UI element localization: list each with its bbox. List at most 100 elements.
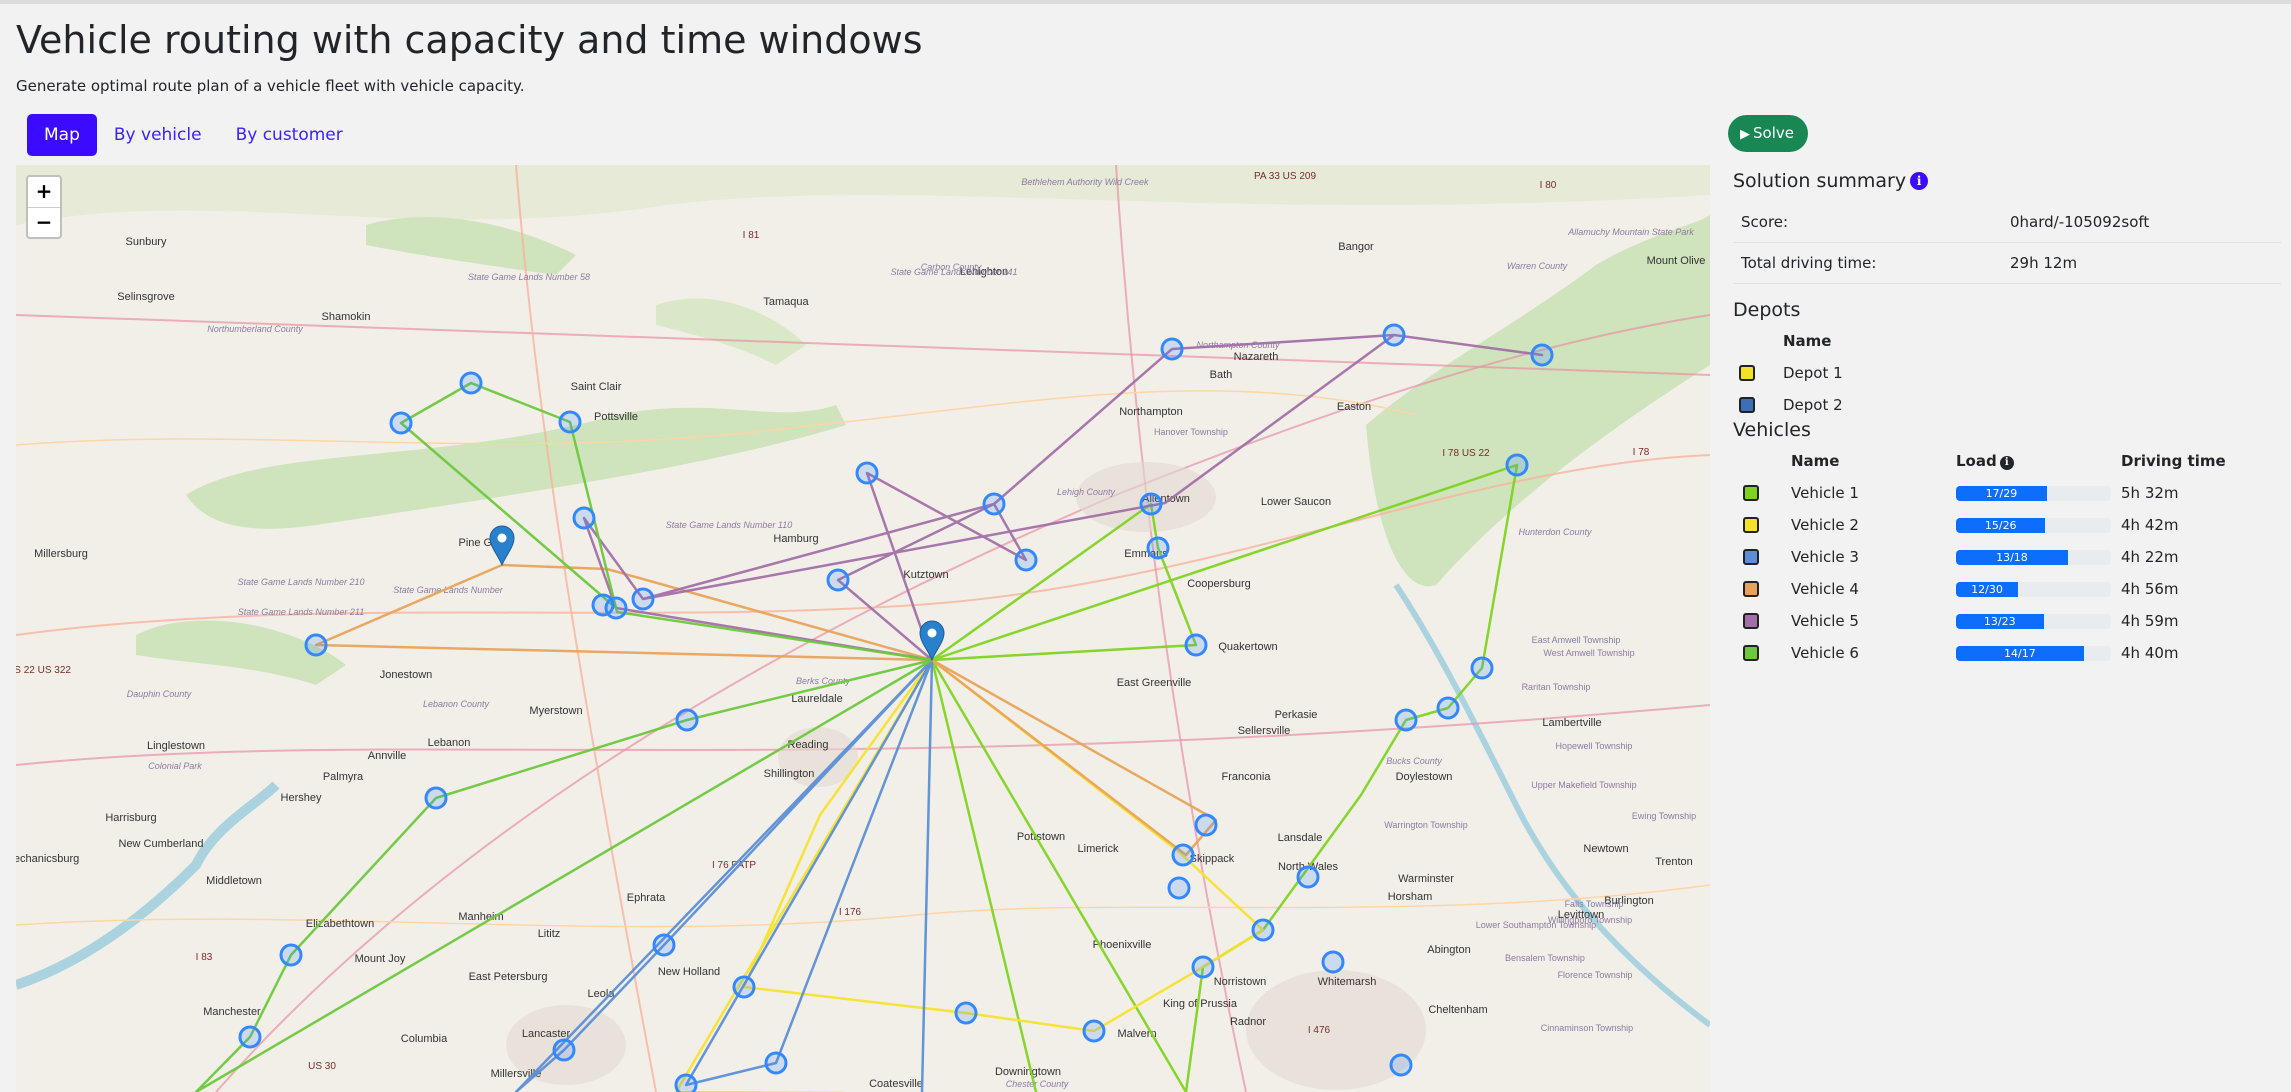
pin-dot [497, 533, 507, 543]
map-place-label: Shamokin [322, 311, 371, 323]
vehicle-row: Vehicle 4 12/30 4h 56m [1733, 573, 2281, 605]
customer-stop-marker [954, 1001, 978, 1025]
map-place-label: Shillington [764, 768, 815, 780]
load-progress-bar: 15/26 [1956, 518, 2111, 533]
load-progress-fill: 15/26 [1956, 518, 2046, 533]
customer-stop-marker [1470, 656, 1494, 680]
map-place-label: Millersburg [34, 548, 88, 560]
map-place-label: Nazareth [1234, 351, 1279, 363]
load-progress-fill: 13/23 [1956, 614, 2044, 629]
depot-name: Depot 1 [1783, 364, 1843, 382]
tab-by-vehicle[interactable]: By vehicle [97, 114, 219, 156]
map-place-label: East Amwell Township [1532, 635, 1621, 645]
vehicles-list: Vehicle 1 17/29 5h 32m Vehicle 2 15/26 4h 42m… [1733, 477, 2281, 669]
customer-stop-marker [572, 506, 596, 530]
vehicle-driving-time: 4h 56m [2121, 580, 2179, 598]
map-place-label: Radnor [1230, 1016, 1266, 1028]
solve-button[interactable]: ▶ Solve [1728, 115, 1808, 152]
map-place-label: Lebanon County [423, 699, 490, 709]
map-place-label: Skippack [1190, 853, 1235, 865]
info-icon[interactable]: i [1910, 172, 1929, 190]
vehicle-name: Vehicle 2 [1791, 516, 1859, 534]
load-progress-fill: 13/18 [1956, 550, 2068, 565]
map-place-label: Bath [1210, 369, 1233, 381]
customer-stop-marker [1389, 1053, 1413, 1077]
vehicle-row: Vehicle 3 13/18 4h 22m [1733, 541, 2281, 573]
map-place-label: Limerick [1078, 843, 1119, 855]
map-place-label: Hamburg [773, 533, 818, 545]
vehicles-table-header: Name Load i Driving time [1733, 445, 2281, 477]
load-progress-bar: 12/30 [1956, 582, 2111, 597]
map-place-label: Pottstown [1017, 831, 1065, 843]
pin-dot [927, 628, 937, 638]
depots-heading: Depots [1733, 299, 1801, 321]
depots-table-header: Name [1733, 325, 2281, 357]
map-place-label: State Game Lands Number [393, 585, 504, 595]
customer-stop-marker [1191, 955, 1215, 979]
depots-list: Depot 1 Depot 2 [1733, 357, 2281, 421]
vehicle-driving-time: 4h 22m [2121, 548, 2179, 566]
customer-stop-marker [855, 461, 879, 485]
customer-stop-marker [1139, 492, 1163, 516]
customer-stop-marker [459, 371, 483, 395]
customer-stop-marker [826, 568, 850, 592]
map-place-label: Warrington Township [1384, 820, 1468, 830]
customer-stop-marker [1251, 918, 1275, 942]
map-canvas: Sunbury Selinsgrove Shamokin Saint Clair Pot… [16, 165, 1710, 1092]
vehicle-row: Vehicle 2 15/26 4h 42m [1733, 509, 2281, 541]
map-place-label: Saint Clair [571, 381, 622, 393]
customer-stop-marker [1171, 843, 1195, 867]
score-label: Score: [1741, 213, 1789, 231]
vehicle-marker-icon [1743, 613, 1759, 629]
load-info-icon[interactable]: i [1999, 456, 2014, 470]
vehicle-marker-icon [1743, 645, 1759, 661]
vehicles-heading: Vehicles [1733, 419, 1811, 441]
vehicles-col-time: Driving time [2121, 452, 2226, 470]
customer-stop-marker [1160, 337, 1184, 361]
driving-time-label: Total driving time: [1741, 254, 1877, 272]
route-map[interactable]: + − Sunbury Selinsgrove Shamokin Saint C… [16, 165, 1710, 1092]
road-shield-label: I 83 [196, 952, 213, 963]
map-place-label: Manheim [458, 911, 503, 923]
zoom-in-button[interactable]: + [28, 177, 60, 207]
vehicle-row: Vehicle 1 17/29 5h 32m [1733, 477, 2281, 509]
map-place-label: Hunterdon County [1518, 527, 1592, 537]
depots-col-name: Name [1783, 332, 1832, 350]
map-place-label: Abington [1427, 944, 1470, 956]
map-place-label: Bensalem Township [1505, 953, 1585, 963]
customer-stop-marker [1167, 876, 1191, 900]
map-place-label: Allamuchy Mountain State Park [1567, 227, 1694, 237]
map-place-label: East Greenville [1117, 677, 1192, 689]
map-place-label: Doylestown [1396, 771, 1453, 783]
tab-map[interactable]: Map [27, 114, 97, 156]
vehicle-marker-icon [1743, 581, 1759, 597]
map-place-label: Raritan Township [1522, 682, 1591, 692]
map-place-label: Northumberland County [207, 324, 303, 334]
driving-time-row: Total driving time: 29h 12m [1733, 243, 2281, 284]
vehicle-marker-icon [1743, 485, 1759, 501]
customer-stop-marker [982, 492, 1006, 516]
customer-stop-marker [304, 633, 328, 657]
vehicle-name: Vehicle 6 [1791, 644, 1859, 662]
map-place-label: Warren County [1507, 261, 1568, 271]
customer-stop-marker [631, 587, 655, 611]
load-progress-fill: 12/30 [1956, 582, 2018, 597]
map-place-label: Bangor [1338, 241, 1374, 253]
vehicle-marker-icon [1743, 517, 1759, 533]
map-place-label: Chester County [1006, 1079, 1069, 1089]
customer-stop-marker [1382, 323, 1406, 347]
road-shield-label: I 78 [1633, 447, 1650, 458]
map-place-label: Coatesville [869, 1078, 923, 1090]
vehicle-row: Vehicle 6 14/17 4h 40m [1733, 637, 2281, 669]
vehicle-name: Vehicle 4 [1791, 580, 1859, 598]
tab-by-customer[interactable]: By customer [219, 114, 360, 156]
road-shield-label: I 476 [1308, 1025, 1331, 1036]
map-place-label: Cinnaminson Township [1541, 1023, 1633, 1033]
map-place-label: Palmyra [323, 771, 364, 783]
customer-stop-marker [1194, 813, 1218, 837]
zoom-out-button[interactable]: − [28, 207, 60, 237]
load-progress-bar: 17/29 [1956, 486, 2111, 501]
map-place-label: Norristown [1214, 976, 1267, 988]
vehicle-driving-time: 5h 32m [2121, 484, 2179, 502]
map-place-label: Falls Township [1565, 899, 1624, 909]
